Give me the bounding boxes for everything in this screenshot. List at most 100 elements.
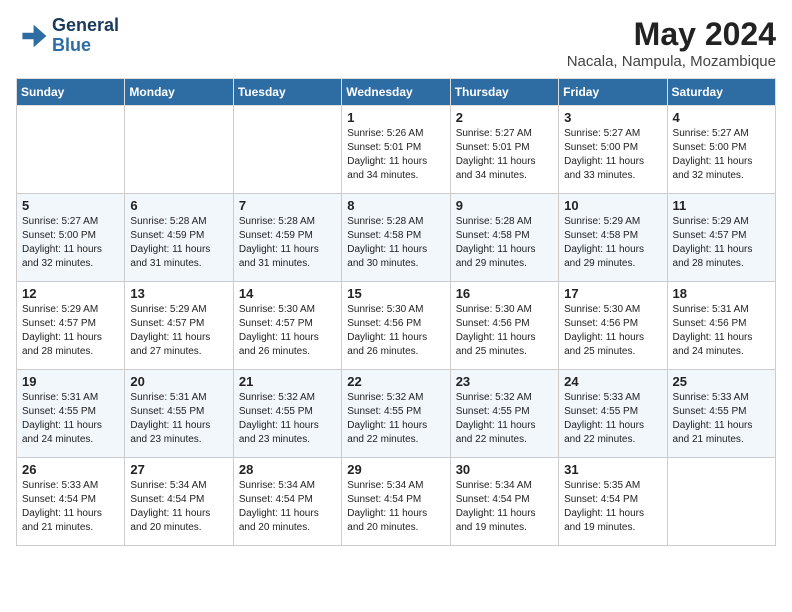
day-info: Sunrise: 5:30 AM Sunset: 4:56 PM Dayligh… <box>347 303 444 359</box>
day-number: 28 <box>239 462 336 477</box>
day-number: 16 <box>456 286 553 301</box>
calendar-cell: 4 Sunrise: 5:27 AM Sunset: 5:00 PM Daylig… <box>667 106 775 194</box>
day-number: 11 <box>673 198 770 213</box>
day-info: Sunrise: 5:31 AM Sunset: 4:55 PM Dayligh… <box>130 391 227 447</box>
calendar-cell: 11 Sunrise: 5:29 AM Sunset: 4:57 PM Dayli… <box>667 194 775 282</box>
calendar-cell: 1 Sunrise: 5:26 AM Sunset: 5:01 PM Daylig… <box>342 106 450 194</box>
day-info: Sunrise: 5:29 AM Sunset: 4:58 PM Dayligh… <box>564 215 661 271</box>
calendar-cell: 14 Sunrise: 5:30 AM Sunset: 4:57 PM Dayli… <box>233 282 341 370</box>
weekday-header-friday: Friday <box>559 79 667 106</box>
logo-line1: General <box>52 16 119 36</box>
day-info: Sunrise: 5:32 AM Sunset: 4:55 PM Dayligh… <box>456 391 553 447</box>
day-info: Sunrise: 5:33 AM Sunset: 4:55 PM Dayligh… <box>564 391 661 447</box>
month-year: May 2024 <box>567 16 776 53</box>
day-info: Sunrise: 5:31 AM Sunset: 4:55 PM Dayligh… <box>22 391 119 447</box>
weekday-header-thursday: Thursday <box>450 79 558 106</box>
day-number: 20 <box>130 374 227 389</box>
calendar-cell <box>17 106 125 194</box>
page-header: General Blue May 2024 Nacala, Nampula, M… <box>16 16 776 70</box>
calendar-cell: 16 Sunrise: 5:30 AM Sunset: 4:56 PM Dayli… <box>450 282 558 370</box>
calendar-cell: 20 Sunrise: 5:31 AM Sunset: 4:55 PM Dayli… <box>125 370 233 458</box>
calendar-cell: 28 Sunrise: 5:34 AM Sunset: 4:54 PM Dayli… <box>233 458 341 546</box>
calendar-cell: 13 Sunrise: 5:29 AM Sunset: 4:57 PM Dayli… <box>125 282 233 370</box>
calendar-cell: 30Sunrise: 5:34 AM Sunset: 4:54 PM Dayli… <box>450 458 558 546</box>
logo-line2: Blue <box>52 36 119 56</box>
calendar-cell: 12 Sunrise: 5:29 AM Sunset: 4:57 PM Dayli… <box>17 282 125 370</box>
calendar-cell: 17 Sunrise: 5:30 AM Sunset: 4:56 PM Dayli… <box>559 282 667 370</box>
calendar-cell <box>667 458 775 546</box>
day-info: Sunrise: 5:30 AM Sunset: 4:56 PM Dayligh… <box>564 303 661 359</box>
weekday-header-row: SundayMondayTuesdayWednesdayThursdayFrid… <box>17 79 776 106</box>
day-number: 9 <box>456 198 553 213</box>
day-info: Sunrise: 5:34 AM Sunset: 4:54 PM Dayligh… <box>456 479 553 535</box>
day-info: Sunrise: 5:35 AM Sunset: 4:54 PM Dayligh… <box>564 479 661 535</box>
day-info: Sunrise: 5:27 AM Sunset: 5:01 PM Dayligh… <box>456 127 553 183</box>
day-info: Sunrise: 5:28 AM Sunset: 4:59 PM Dayligh… <box>239 215 336 271</box>
day-info: Sunrise: 5:33 AM Sunset: 4:55 PM Dayligh… <box>673 391 770 447</box>
day-info: Sunrise: 5:29 AM Sunset: 4:57 PM Dayligh… <box>673 215 770 271</box>
day-number: 13 <box>130 286 227 301</box>
day-number: 3 <box>564 110 661 125</box>
day-number: 1 <box>347 110 444 125</box>
day-number: 17 <box>564 286 661 301</box>
calendar-cell: 29Sunrise: 5:34 AM Sunset: 4:54 PM Dayli… <box>342 458 450 546</box>
day-number: 26 <box>22 462 119 477</box>
day-number: 4 <box>673 110 770 125</box>
calendar-cell: 31Sunrise: 5:35 AM Sunset: 4:54 PM Dayli… <box>559 458 667 546</box>
calendar-cell: 24 Sunrise: 5:33 AM Sunset: 4:55 PM Dayli… <box>559 370 667 458</box>
day-info: Sunrise: 5:28 AM Sunset: 4:58 PM Dayligh… <box>456 215 553 271</box>
week-row-3: 12 Sunrise: 5:29 AM Sunset: 4:57 PM Dayli… <box>17 282 776 370</box>
calendar-cell: 10 Sunrise: 5:29 AM Sunset: 4:58 PM Dayli… <box>559 194 667 282</box>
day-info: Sunrise: 5:34 AM Sunset: 4:54 PM Dayligh… <box>239 479 336 535</box>
day-info: Sunrise: 5:28 AM Sunset: 4:58 PM Dayligh… <box>347 215 444 271</box>
day-number: 10 <box>564 198 661 213</box>
day-number: 23 <box>456 374 553 389</box>
calendar-cell: 2 Sunrise: 5:27 AM Sunset: 5:01 PM Daylig… <box>450 106 558 194</box>
logo-icon <box>16 20 48 52</box>
day-info: Sunrise: 5:30 AM Sunset: 4:56 PM Dayligh… <box>456 303 553 359</box>
day-number: 2 <box>456 110 553 125</box>
weekday-header-tuesday: Tuesday <box>233 79 341 106</box>
week-row-1: 1 Sunrise: 5:26 AM Sunset: 5:01 PM Daylig… <box>17 106 776 194</box>
day-info: Sunrise: 5:32 AM Sunset: 4:55 PM Dayligh… <box>347 391 444 447</box>
day-info: Sunrise: 5:27 AM Sunset: 5:00 PM Dayligh… <box>673 127 770 183</box>
week-row-5: 26 Sunrise: 5:33 AM Sunset: 4:54 PM Dayli… <box>17 458 776 546</box>
calendar-table: SundayMondayTuesdayWednesdayThursdayFrid… <box>16 78 776 546</box>
day-number: 21 <box>239 374 336 389</box>
day-info: Sunrise: 5:26 AM Sunset: 5:01 PM Dayligh… <box>347 127 444 183</box>
day-info: Sunrise: 5:31 AM Sunset: 4:56 PM Dayligh… <box>673 303 770 359</box>
day-number: 5 <box>22 198 119 213</box>
week-row-2: 5 Sunrise: 5:27 AM Sunset: 5:00 PM Daylig… <box>17 194 776 282</box>
calendar-cell: 26 Sunrise: 5:33 AM Sunset: 4:54 PM Dayli… <box>17 458 125 546</box>
calendar-cell: 15Sunrise: 5:30 AM Sunset: 4:56 PM Dayli… <box>342 282 450 370</box>
day-number: 8 <box>347 198 444 213</box>
calendar-cell <box>125 106 233 194</box>
day-info: Sunrise: 5:34 AM Sunset: 4:54 PM Dayligh… <box>130 479 227 535</box>
day-number: 24 <box>564 374 661 389</box>
day-number: 14 <box>239 286 336 301</box>
day-info: Sunrise: 5:33 AM Sunset: 4:54 PM Dayligh… <box>22 479 119 535</box>
weekday-header-wednesday: Wednesday <box>342 79 450 106</box>
day-info: Sunrise: 5:34 AM Sunset: 4:54 PM Dayligh… <box>347 479 444 535</box>
day-info: Sunrise: 5:29 AM Sunset: 4:57 PM Dayligh… <box>22 303 119 359</box>
day-number: 18 <box>673 286 770 301</box>
title-block: May 2024 Nacala, Nampula, Mozambique <box>567 16 776 70</box>
day-number: 25 <box>673 374 770 389</box>
day-number: 19 <box>22 374 119 389</box>
location: Nacala, Nampula, Mozambique <box>567 53 776 70</box>
calendar-cell: 27Sunrise: 5:34 AM Sunset: 4:54 PM Dayli… <box>125 458 233 546</box>
calendar-cell: 25 Sunrise: 5:33 AM Sunset: 4:55 PM Dayli… <box>667 370 775 458</box>
calendar-cell: 8 Sunrise: 5:28 AM Sunset: 4:58 PM Daylig… <box>342 194 450 282</box>
calendar-cell: 9 Sunrise: 5:28 AM Sunset: 4:58 PM Daylig… <box>450 194 558 282</box>
day-info: Sunrise: 5:30 AM Sunset: 4:57 PM Dayligh… <box>239 303 336 359</box>
weekday-header-sunday: Sunday <box>17 79 125 106</box>
calendar-cell: 22Sunrise: 5:32 AM Sunset: 4:55 PM Dayli… <box>342 370 450 458</box>
day-info: Sunrise: 5:28 AM Sunset: 4:59 PM Dayligh… <box>130 215 227 271</box>
day-number: 7 <box>239 198 336 213</box>
calendar-cell: 6Sunrise: 5:28 AM Sunset: 4:59 PM Daylig… <box>125 194 233 282</box>
day-info: Sunrise: 5:27 AM Sunset: 5:00 PM Dayligh… <box>22 215 119 271</box>
logo-text: General Blue <box>52 16 119 56</box>
day-number: 12 <box>22 286 119 301</box>
day-info: Sunrise: 5:29 AM Sunset: 4:57 PM Dayligh… <box>130 303 227 359</box>
calendar-cell: 18 Sunrise: 5:31 AM Sunset: 4:56 PM Dayli… <box>667 282 775 370</box>
